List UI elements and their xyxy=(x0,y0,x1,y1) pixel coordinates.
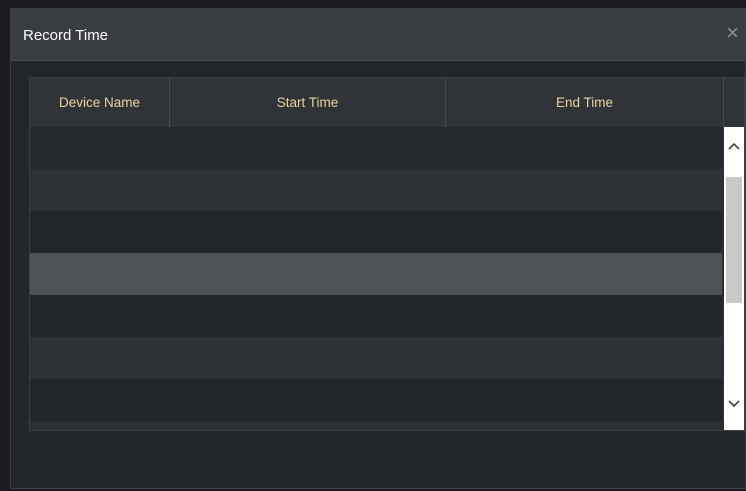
column-header-start-time[interactable]: Start Time xyxy=(170,78,446,127)
table-row[interactable] xyxy=(30,337,722,379)
chevron-down-icon[interactable] xyxy=(724,393,744,413)
close-icon[interactable]: × xyxy=(726,22,739,44)
table-body xyxy=(30,127,722,421)
vertical-scrollbar[interactable] xyxy=(724,127,744,430)
table-row[interactable] xyxy=(30,379,722,421)
table-row[interactable] xyxy=(30,169,722,211)
chevron-up-icon[interactable] xyxy=(724,135,744,155)
table-row[interactable] xyxy=(30,127,722,169)
table-row[interactable] xyxy=(30,295,722,337)
dialog-title: Record Time xyxy=(23,27,109,44)
table-row[interactable] xyxy=(30,211,722,253)
scrollbar-thumb[interactable] xyxy=(726,177,742,303)
table-row-selected[interactable] xyxy=(30,253,722,295)
record-time-dialog: Record Time × Device Name Start Time End… xyxy=(10,8,746,489)
table-header: Device Name Start Time End Time xyxy=(30,78,744,128)
column-header-device-name[interactable]: Device Name xyxy=(30,78,170,127)
record-time-table: Device Name Start Time End Time xyxy=(29,77,745,431)
column-header-end-time[interactable]: End Time xyxy=(446,78,724,127)
dialog-titlebar: Record Time × xyxy=(11,9,745,61)
